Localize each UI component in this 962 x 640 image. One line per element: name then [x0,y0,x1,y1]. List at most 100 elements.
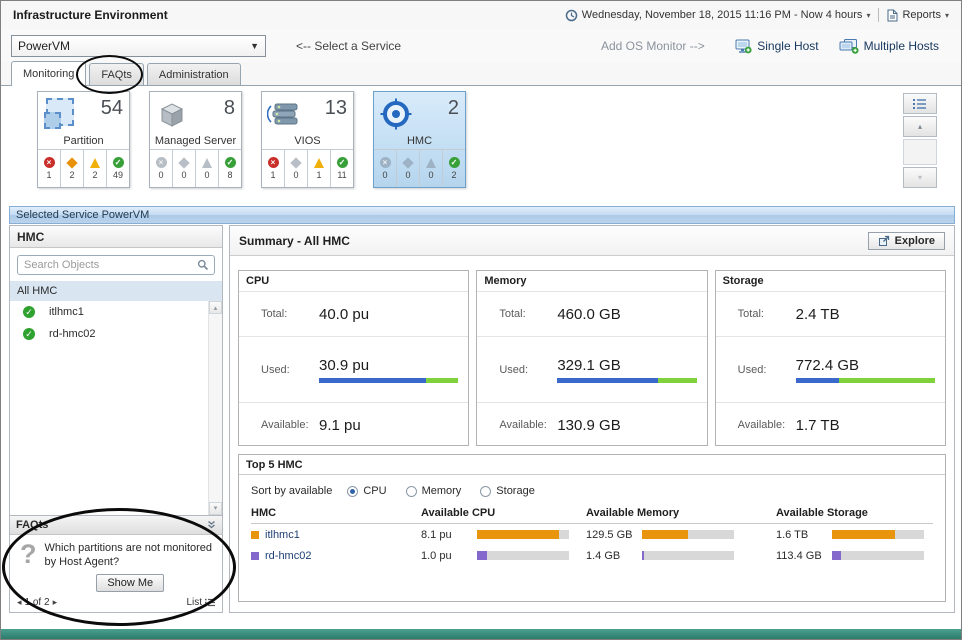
tile-partition[interactable]: 54 Partition ×1 2 2 ✓49 [37,91,130,188]
memory-bar [642,551,734,560]
hmc-link[interactable]: itlhmc1 [265,529,300,541]
tab-label: FAQts [101,69,132,81]
cpu-value: 8.1 pu [421,529,477,541]
show-me-button[interactable]: Show Me [96,574,164,592]
tile-managed-server[interactable]: 8 Managed Server ×0 0 0 ✓8 [149,91,242,188]
top5-table: HMC Available CPU Available Memory Avail… [239,505,945,566]
status-count: 8 [227,170,232,180]
managed-server-icon [155,97,189,131]
status-critical[interactable]: 2 [61,150,84,187]
tile-list-icon [913,98,927,110]
fatal-icon: × [380,157,391,168]
usage-bar [796,378,935,383]
search-row [10,248,222,281]
tile-scroll-up-button[interactable]: ▴ [903,116,937,137]
search-input[interactable] [18,259,197,271]
status-warning[interactable]: 0 [420,150,443,187]
tile-options-button[interactable] [903,93,937,114]
tile-vios[interactable]: 13 VIOS ×1 0 1 ✓11 [261,91,354,188]
tab-faqts[interactable]: FAQts [89,63,144,85]
search-icon [197,259,209,271]
status-normal[interactable]: ✓49 [107,150,129,187]
total-row: Total: 40.0 pu [239,291,468,336]
tab-administration[interactable]: Administration [147,63,241,85]
total-value: 2.4 TB [796,306,840,323]
pager-next-icon[interactable]: ▸ [53,597,58,608]
scrollbar-track[interactable] [209,314,222,502]
pager-prev-icon[interactable]: ◂ [17,597,22,608]
faqts-body: ? Which partitions are not monitored by … [10,535,222,594]
explore-button[interactable]: Explore [868,232,945,250]
status-warning[interactable]: 2 [84,150,107,187]
tab-monitoring[interactable]: Monitoring [11,61,86,86]
memory-bar-fill [642,551,644,560]
radio-storage[interactable]: Storage [480,485,535,497]
critical-icon [290,157,301,168]
status-count: 2 [92,170,97,180]
header-bar: Infrastructure Environment Wednesday, No… [1,1,961,29]
cpu-bar-fill [477,530,559,539]
vios-icon [267,97,301,131]
tile-status-row: ×0 0 0 ✓2 [374,149,465,187]
status-normal[interactable]: ✓2 [443,150,465,187]
status-warning[interactable]: 0 [196,150,219,187]
reports-label: Reports [902,9,941,21]
status-count: 2 [451,170,456,180]
faqts-title: FAQts [16,519,48,531]
faqts-list-toggle[interactable]: List [186,597,215,608]
radio-memory[interactable]: Memory [406,485,462,497]
host-actions: Single Host Multiple Hosts [735,39,951,54]
column-header-available-cpu: Available CPU [421,507,586,519]
faqts-question: Which partitions are not monitored by Ho… [45,541,217,569]
hmc-object-list: ✓ itlhmc1 ✓ rd-hmc02 ▴ ▾ [10,301,222,515]
time-range-selector[interactable]: Wednesday, November 18, 2015 11:16 PM - … [565,9,871,22]
multiple-hosts-button[interactable]: Multiple Hosts [839,39,939,54]
status-fatal[interactable]: ×1 [262,150,285,187]
single-host-button[interactable]: Single Host [735,39,818,54]
search-button[interactable] [197,259,214,271]
radio-button-icon[interactable] [406,486,417,497]
status-fatal[interactable]: ×0 [374,150,397,187]
reports-menu[interactable]: Reports ▾ [887,9,949,22]
sidebar-item-itlhmc1[interactable]: ✓ itlhmc1 [10,301,222,323]
service-dropdown[interactable]: PowerVM ▼ [11,35,266,57]
tile-scroll-down-button[interactable]: ▾ [903,167,937,188]
cpu-value: 1.0 pu [421,550,477,562]
memory-bar-fill [642,530,688,539]
tile-status-row: ×1 0 1 ✓11 [262,149,353,187]
tile-count: 54 [101,97,123,119]
available-value: 1.7 TB [796,417,840,434]
faqts-pager[interactable]: ◂ 1 of 2 ▸ [17,597,57,608]
scroll-up-icon[interactable]: ▴ [209,301,222,314]
status-fatal[interactable]: ×1 [38,150,61,187]
status-critical[interactable]: 0 [397,150,420,187]
series-color-swatch [251,552,259,560]
radio-button-icon[interactable] [480,486,491,497]
collapse-chevron-icon[interactable] [207,520,216,529]
critical-icon [402,157,413,168]
explore-icon [878,235,890,247]
available-value: 130.9 GB [557,417,620,434]
object-tiles: 54 Partition ×1 2 2 ✓49 8 Managed Server [1,87,961,203]
radio-button-icon[interactable] [347,486,358,497]
status-normal[interactable]: ✓11 [331,150,353,187]
sidebar-item-rd-hmc02[interactable]: ✓ rd-hmc02 [10,323,222,345]
metric-label: Used: [499,364,557,376]
hmc-item-label: rd-hmc02 [49,328,95,340]
list-scrollbar[interactable]: ▴ ▾ [208,301,222,515]
radio-cpu[interactable]: CPU [347,485,386,497]
status-normal[interactable]: ✓8 [219,150,241,187]
sidebar-item-all-hmc[interactable]: All HMC [10,281,222,301]
faqts-panel-header[interactable]: FAQts [10,516,222,535]
status-fatal[interactable]: ×0 [150,150,173,187]
status-count: 1 [316,170,321,180]
hmc-link[interactable]: rd-hmc02 [265,550,311,562]
storage-bar [832,551,924,560]
status-warning[interactable]: 1 [308,150,331,187]
status-critical[interactable]: 0 [285,150,308,187]
hmc-icon [379,97,413,131]
scroll-down-icon[interactable]: ▾ [209,502,222,515]
tile-hmc[interactable]: 2 HMC ×0 0 0 ✓2 [373,91,466,188]
status-critical[interactable]: 0 [173,150,196,187]
tile-scroll-track[interactable] [903,139,937,165]
